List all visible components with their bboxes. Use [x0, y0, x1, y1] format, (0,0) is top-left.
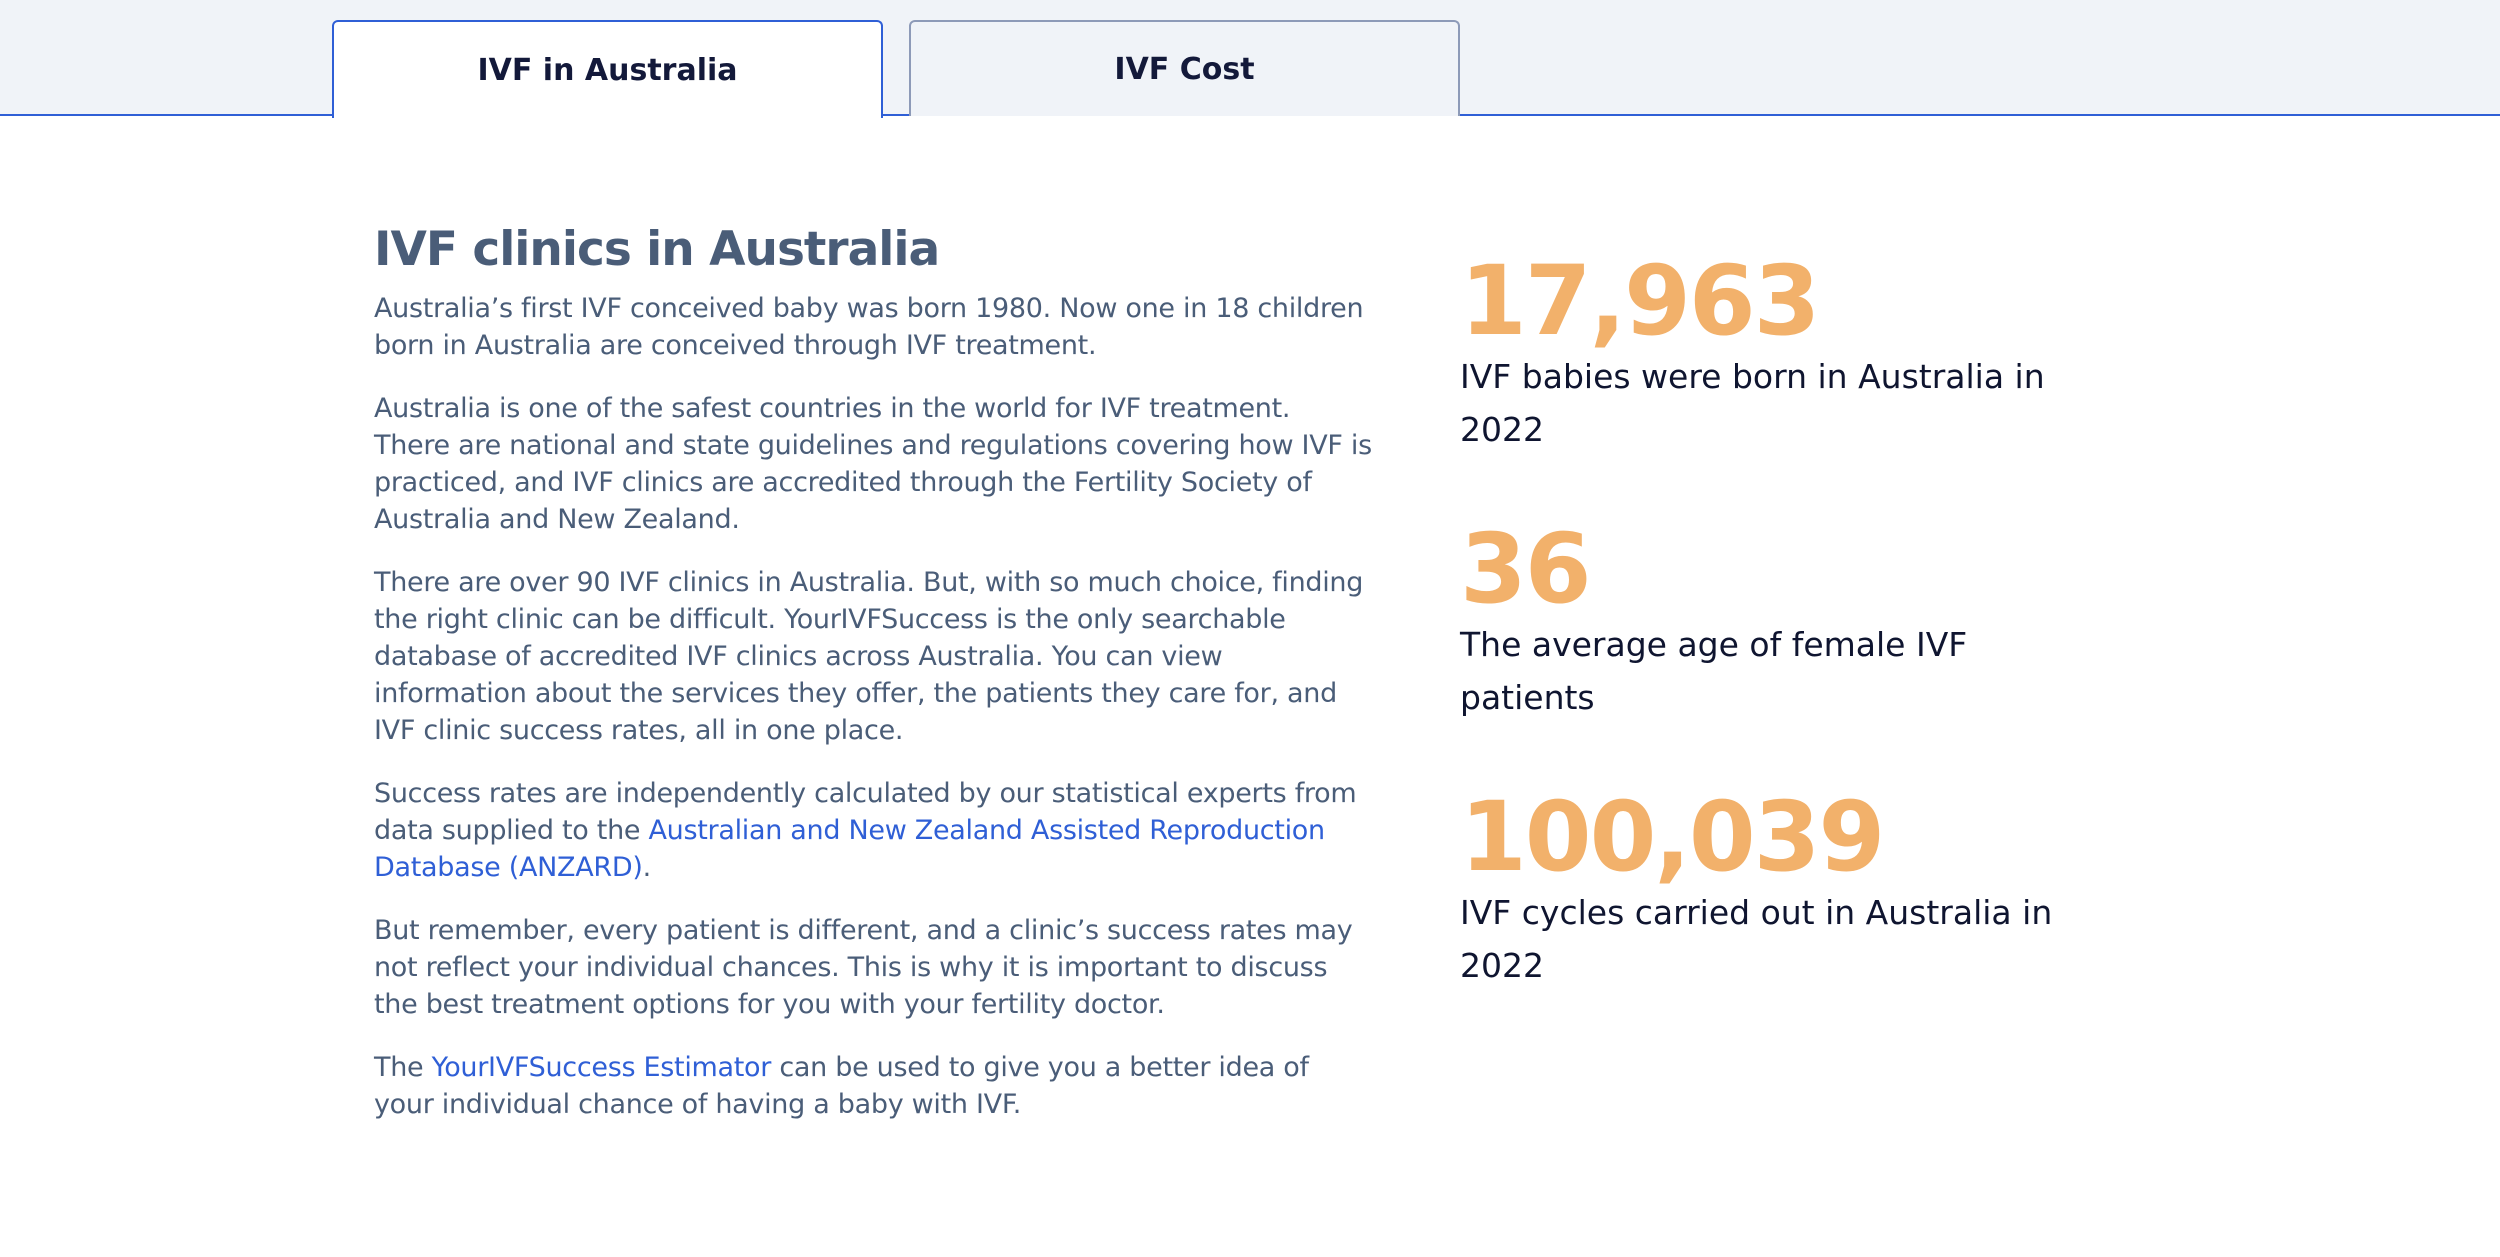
estimator-text-start: The: [374, 1052, 432, 1083]
safety-paragraph: Australia is one of the safest countries…: [374, 393, 1372, 535]
tab-ivf-in-australia[interactable]: IVF in Australia: [332, 20, 883, 118]
tab-ivf-cost[interactable]: IVF Cost: [909, 20, 1460, 116]
main-content: IVF clinics in Australia Australia’s fir…: [374, 222, 1374, 1149]
stats-panel: 17,963 IVF babies were born in Australia…: [1460, 250, 2080, 1054]
stat-label: IVF babies were born in Australia in 202…: [1460, 357, 2045, 449]
stat-number: 17,963: [1460, 245, 1820, 357]
individual-chances-paragraph: But remember, every patient is different…: [374, 915, 1353, 1020]
success-rates-paragraph: Success rates are independently calculat…: [374, 775, 1374, 886]
intro-paragraph: Australia’s first IVF conceived baby was…: [374, 293, 1364, 361]
page-title: IVF clinics in Australia: [374, 222, 940, 277]
stat-number: 36: [1460, 513, 1592, 625]
stat-average-age: 36 The average age of female IVF patient…: [1460, 518, 2080, 724]
tab-label: IVF Cost: [1114, 51, 1255, 87]
stat-ivf-cycles: 100,039 IVF cycles carried out in Austra…: [1460, 786, 2080, 992]
estimator-paragraph: The YourIVFSuccess Estimator can be used…: [374, 1049, 1374, 1123]
stat-label: The average age of female IVF patients: [1460, 625, 1968, 717]
stat-babies-born: 17,963 IVF babies were born in Australia…: [1460, 250, 2080, 456]
success-rates-text-end: .: [642, 852, 652, 883]
stat-number: 100,039: [1460, 781, 1885, 893]
estimator-link[interactable]: YourIVFSuccess Estimator: [432, 1052, 772, 1083]
tab-label: IVF in Australia: [477, 52, 738, 88]
clinics-paragraph: There are over 90 IVF clinics in Austral…: [374, 567, 1364, 746]
stat-label: IVF cycles carried out in Australia in 2…: [1460, 893, 2053, 985]
tab-strip: IVF in Australia IVF Cost: [0, 0, 2500, 118]
